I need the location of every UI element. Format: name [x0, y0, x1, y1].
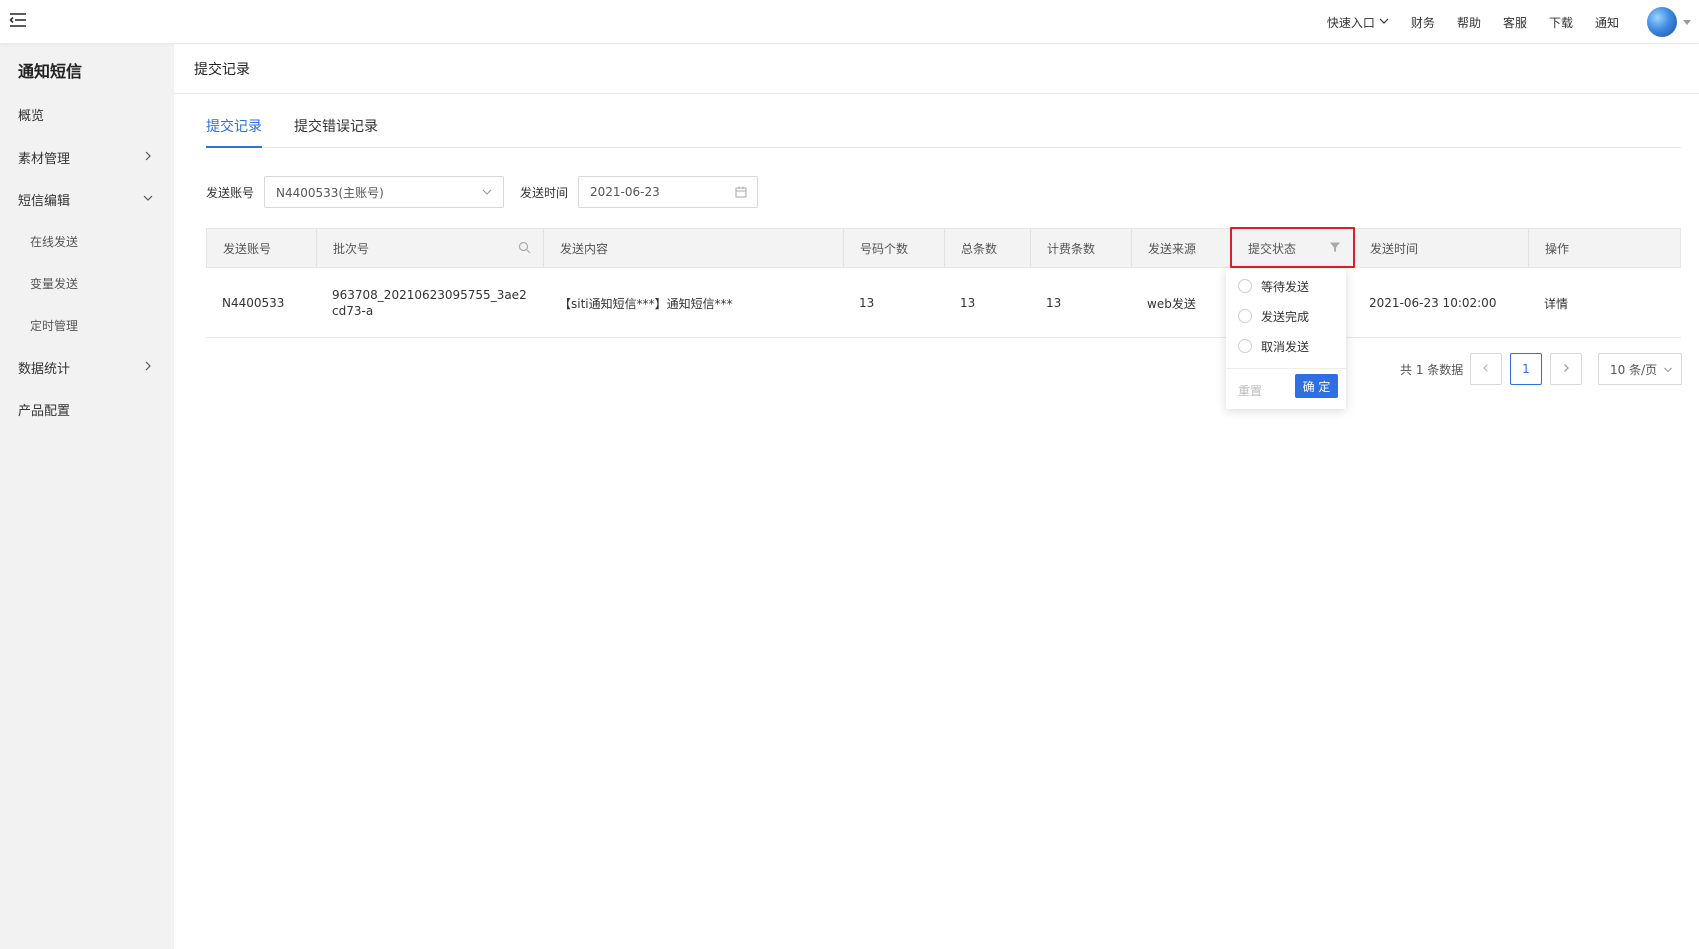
finance-link[interactable]: 财务 — [1411, 14, 1435, 31]
sidebar-item-sms-edit[interactable]: 短信编辑 — [0, 181, 174, 217]
quick-entry-menu[interactable]: 快速入口 — [1327, 14, 1389, 31]
filter-icon[interactable] — [1329, 241, 1341, 256]
search-icon[interactable] — [518, 241, 531, 257]
menu-toggle-icon[interactable] — [8, 10, 28, 30]
sidebar-item-scheduled[interactable]: 定时管理 — [0, 307, 174, 343]
column-header-account: 发送账号 — [207, 229, 317, 267]
page-title: 提交记录 — [174, 44, 1699, 94]
help-link[interactable]: 帮助 — [1457, 14, 1481, 31]
sidebar: 通知短信 概览 素材管理 短信编辑 在线发送 变量发送 定时管理 数据统计 产品… — [0, 44, 174, 949]
account-select[interactable]: N4400533(主账号) — [264, 176, 504, 208]
calendar-icon — [735, 186, 747, 201]
top-bar: 快速入口 财务 帮助 客服 下载 通知 — [0, 0, 1699, 44]
status-option-label: 取消发送 — [1261, 339, 1310, 354]
sidebar-item-product-config[interactable]: 产品配置 — [0, 391, 174, 427]
column-header-label: 批次号 — [333, 241, 370, 256]
detail-link[interactable]: 详情 — [1528, 268, 1679, 338]
date-picker-value: 2021-06-23 — [590, 185, 660, 199]
divider — [1226, 368, 1346, 369]
sidebar-item-label: 定时管理 — [30, 318, 79, 333]
sidebar-item-label: 短信编辑 — [18, 193, 71, 209]
main-content: 提交记录 提交记录 提交错误记录 发送账号 N4400533(主账号) 发送时间… — [174, 44, 1699, 949]
cell-total: 13 — [960, 296, 976, 310]
account-filter-label: 发送账号 — [206, 186, 255, 200]
pagination-total: 共 1 条数据 — [1400, 363, 1464, 377]
account-select-value: N4400533(主账号) — [276, 185, 384, 200]
prev-page-button[interactable] — [1470, 353, 1502, 385]
cell-numbers: 13 — [859, 296, 875, 310]
sidebar-item-overview[interactable]: 概览 — [0, 96, 174, 132]
column-header-billed: 计费条数 — [1031, 229, 1132, 267]
time-filter-label: 发送时间 — [520, 186, 569, 200]
records-table: 发送账号 批次号 发送内容 号码个数 总条数 计费条数 发送来源 提交状态 发送… — [206, 228, 1681, 338]
sidebar-title: 通知短信 — [18, 62, 83, 81]
sidebar-item-label: 概览 — [18, 108, 45, 124]
table-row: N4400533 963708_20210623095755_3ae2cd73-… — [206, 268, 1681, 338]
column-header-status: 提交状态 — [1232, 229, 1354, 267]
column-header-content: 发送内容 — [544, 229, 844, 267]
page-size-value: 10 条/页 — [1610, 362, 1658, 377]
cell-account: N4400533 — [222, 296, 285, 310]
sidebar-item-online-send[interactable]: 在线发送 — [0, 223, 174, 259]
status-filter-dropdown: 等待发送 发送完成 取消发送 重置 确 定 — [1226, 269, 1346, 409]
radio-icon — [1238, 309, 1252, 323]
sidebar-item-label: 数据统计 — [18, 361, 71, 377]
reset-button[interactable]: 重置 — [1238, 382, 1262, 399]
column-header-numbers: 号码个数 — [844, 229, 945, 267]
column-header-total: 总条数 — [945, 229, 1031, 267]
avatar[interactable] — [1647, 7, 1677, 37]
cell-time: 2021-06-23 10:02:00 — [1369, 296, 1497, 310]
column-header-action: 操作 — [1545, 241, 1570, 256]
confirm-button[interactable]: 确 定 — [1295, 374, 1338, 398]
chevron-left-icon — [1481, 362, 1491, 376]
tabs: 提交记录 提交错误记录 — [206, 116, 1681, 148]
table-header: 发送账号 批次号 发送内容 号码个数 总条数 计费条数 发送来源 提交状态 发送… — [206, 228, 1681, 268]
column-header-batch: 批次号 — [317, 229, 544, 267]
notification-link[interactable]: 通知 — [1595, 14, 1619, 31]
status-option-waiting[interactable]: 等待发送 — [1238, 275, 1309, 297]
page-size-select[interactable]: 10 条/页 — [1598, 353, 1682, 385]
top-nav: 快速入口 财务 帮助 客服 下载 通知 — [1327, 0, 1699, 44]
status-option-label: 发送完成 — [1261, 309, 1310, 324]
page-number-button[interactable]: 1 — [1510, 353, 1542, 385]
sidebar-item-label: 素材管理 — [18, 151, 71, 167]
sidebar-item-label: 变量发送 — [30, 276, 79, 291]
next-page-button[interactable] — [1550, 353, 1582, 385]
tab-submit-error-records[interactable]: 提交错误记录 — [294, 116, 378, 148]
download-link[interactable]: 下载 — [1549, 14, 1573, 31]
date-picker[interactable]: 2021-06-23 — [578, 176, 758, 208]
cell-billed: 13 — [1046, 296, 1062, 310]
sidebar-item-label: 在线发送 — [30, 234, 79, 249]
quick-entry-label: 快速入口 — [1326, 15, 1375, 30]
customer-service-link[interactable]: 客服 — [1503, 14, 1527, 31]
cell-source: web发送 — [1147, 296, 1196, 311]
column-header-source: 发送来源 — [1132, 229, 1232, 267]
status-option-label: 等待发送 — [1261, 279, 1310, 294]
chevron-down-icon — [481, 186, 493, 201]
chevron-right-icon — [1561, 362, 1571, 376]
tab-submit-records[interactable]: 提交记录 — [206, 116, 262, 148]
chevron-down-icon — [142, 192, 154, 208]
chevron-right-icon — [142, 360, 154, 376]
chevron-down-icon — [1663, 364, 1673, 378]
radio-icon — [1238, 279, 1252, 293]
chevron-right-icon — [142, 150, 154, 166]
caret-down-icon[interactable] — [1683, 15, 1691, 30]
status-option-completed[interactable]: 发送完成 — [1238, 305, 1309, 327]
radio-icon — [1238, 339, 1252, 353]
column-header-time: 发送时间 — [1354, 229, 1529, 267]
status-option-cancelled[interactable]: 取消发送 — [1238, 335, 1309, 357]
chevron-down-icon — [1379, 15, 1389, 29]
sidebar-item-variable-send[interactable]: 变量发送 — [0, 265, 174, 301]
sidebar-item-material[interactable]: 素材管理 — [0, 139, 174, 175]
column-header-label: 提交状态 — [1248, 241, 1297, 256]
cell-content: 【siti通知短信***】通知短信*** — [559, 296, 733, 311]
sidebar-item-label: 产品配置 — [18, 403, 71, 419]
cell-batch: 963708_20210623095755_3ae2cd73-a — [332, 288, 527, 318]
sidebar-item-statistics[interactable]: 数据统计 — [0, 349, 174, 385]
